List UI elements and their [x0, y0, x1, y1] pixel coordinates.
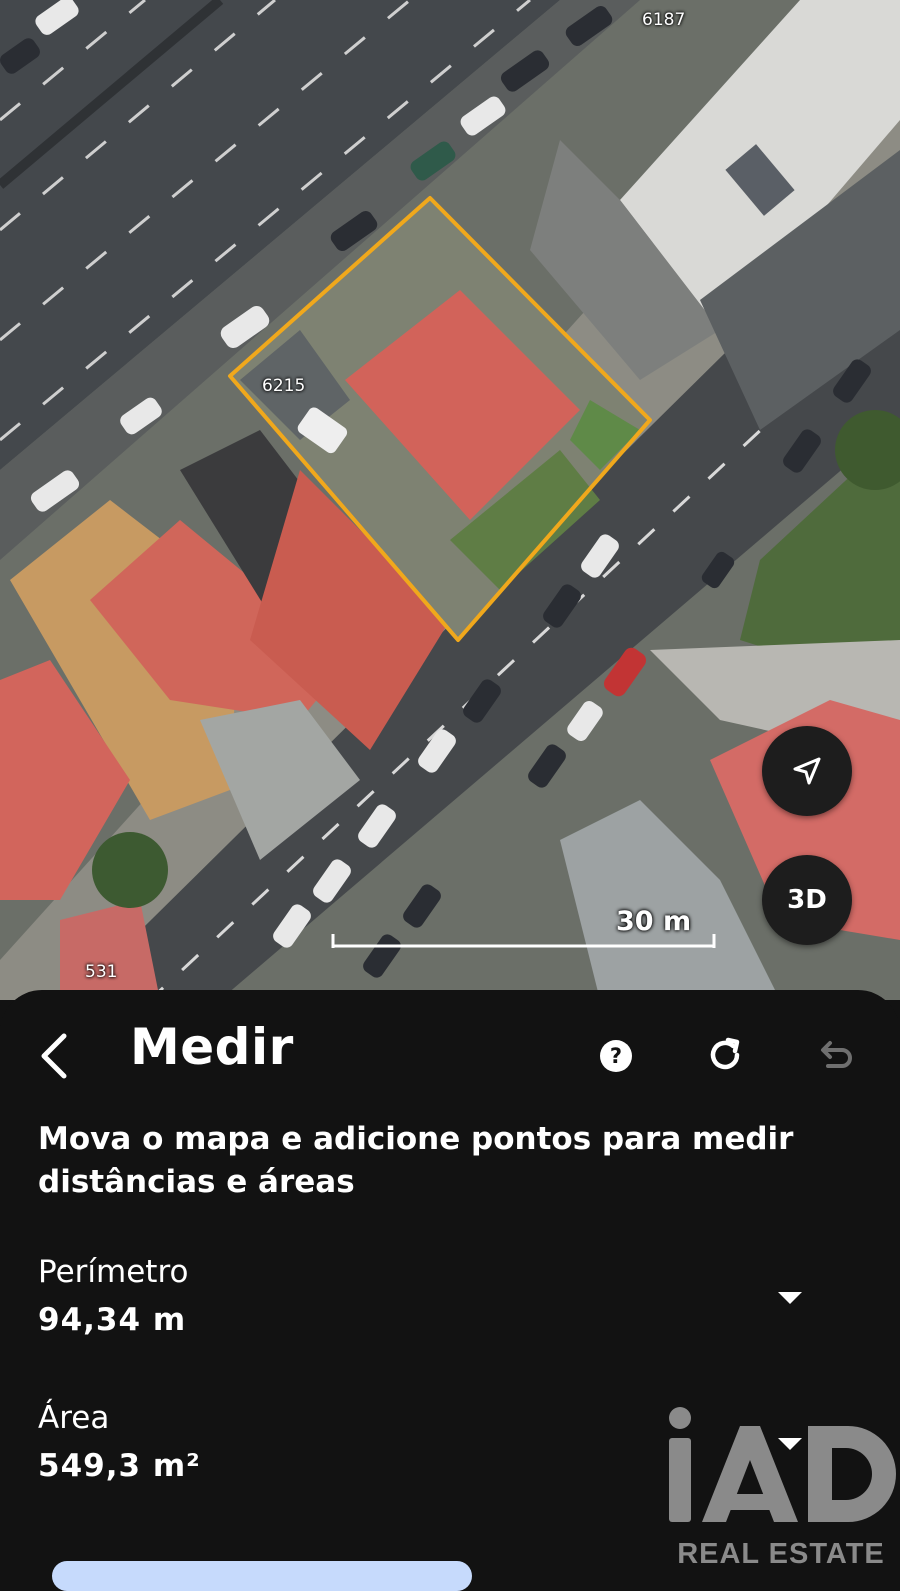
instruction-text: Mova o mapa e adicione pontos para medir…: [38, 1121, 794, 1200]
map-label-6187: 6187: [642, 10, 686, 30]
satellite-map[interactable]: 6187 6215 531 30 m 3D: [0, 0, 900, 1000]
area-value: 549,3 m²: [38, 1448, 201, 1484]
area-label: Área: [38, 1400, 110, 1436]
refresh-button[interactable]: [702, 1032, 748, 1078]
navigation-arrow-icon: [793, 757, 821, 785]
perimeter-units-dropdown[interactable]: [776, 1290, 804, 1306]
help-button[interactable]: ?: [596, 1036, 636, 1076]
satellite-imagery: [0, 0, 900, 1000]
svg-text:REAL ESTATE: REAL ESTATE: [677, 1538, 885, 1570]
perimeter-value: 94,34 m: [38, 1302, 187, 1338]
3d-label: 3D: [787, 885, 827, 915]
refresh-icon: [710, 1037, 740, 1070]
dropdown-arrow-icon: [778, 1292, 802, 1304]
back-button[interactable]: [30, 1028, 80, 1084]
iad-real-estate-logo: REAL ESTATE: [669, 1407, 896, 1570]
map-label-531: 531: [85, 962, 118, 982]
undo-icon: [821, 1041, 852, 1068]
panel-title: Medir: [130, 1018, 294, 1076]
map-label-6215: 6215: [262, 376, 306, 396]
3d-toggle-button[interactable]: 3D: [762, 855, 852, 945]
scale-label: 30 m: [616, 906, 692, 937]
bottom-action-button[interactable]: [52, 1561, 472, 1591]
perimeter-label: Perímetro: [38, 1254, 189, 1290]
undo-button[interactable]: [812, 1032, 858, 1078]
help-icon: ?: [600, 1040, 632, 1072]
svg-text:?: ?: [610, 1044, 622, 1068]
chevron-left-icon: [41, 1033, 67, 1079]
locate-button[interactable]: [762, 726, 852, 816]
